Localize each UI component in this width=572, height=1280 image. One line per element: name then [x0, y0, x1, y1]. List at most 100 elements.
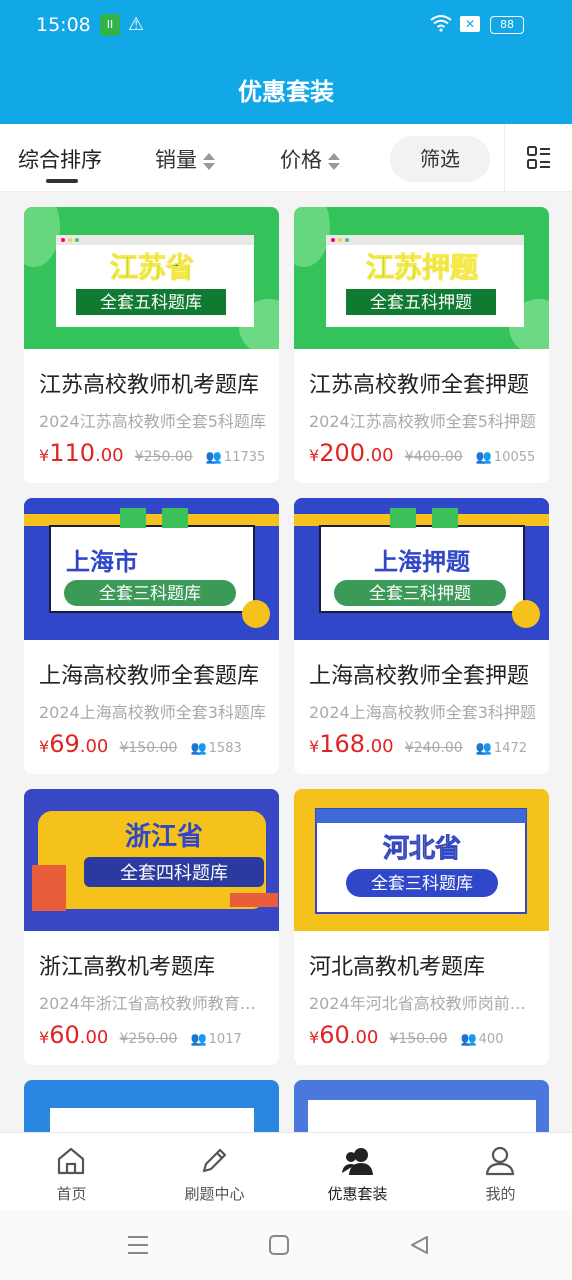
home-icon: [57, 1147, 85, 1175]
banner-subtitle: 全套五科押题: [370, 293, 472, 312]
sold-count-value: 10055: [493, 450, 536, 465]
original-price: ¥150.00: [389, 1031, 448, 1047]
sold-count: 👥 400: [460, 1032, 503, 1047]
tab-profile[interactable]: 我的: [429, 1133, 572, 1211]
wifi-icon: [430, 14, 452, 37]
banner-subtitle: 全套四科题库: [120, 863, 228, 883]
sim-icon: II: [100, 14, 120, 36]
person-icon: [485, 1146, 515, 1176]
sort-price[interactable]: 价格: [280, 144, 340, 174]
product-title: 河北高教机考题库: [309, 955, 486, 980]
sold-count: 👥 11735: [206, 450, 266, 465]
banner-title: 上海押题: [374, 548, 470, 576]
sort-comprehensive[interactable]: 综合排序: [18, 144, 102, 174]
product-price: ¥69.00: [39, 730, 108, 758]
tab-packages[interactable]: 优惠套装: [286, 1133, 429, 1211]
banner-subtitle: 全套三科题库: [99, 584, 201, 603]
price-integer: 168: [319, 730, 365, 758]
sort-sales[interactable]: 销量: [155, 144, 215, 174]
original-price: ¥250.00: [119, 1031, 178, 1047]
warning-icon: ⚠: [128, 14, 145, 35]
product-card[interactable]: [294, 1080, 549, 1132]
home-button-icon[interactable]: [268, 1234, 290, 1256]
layout-toggle-button[interactable]: [504, 124, 572, 192]
banner-title: 江苏押题: [366, 251, 478, 283]
sort-sales-label: 销量: [155, 148, 197, 172]
price-decimal: .00: [365, 736, 394, 757]
menu-icon[interactable]: [126, 1234, 150, 1256]
product-subtitle: 2024上海高校教师全套3科押题: [309, 703, 536, 722]
tab-practice-label: 刷题中心: [184, 1185, 245, 1203]
banner-subtitle: 全套三科题库: [371, 874, 473, 893]
battery-icon: 88: [490, 16, 524, 34]
product-card[interactable]: 江苏省 全套五科题库 江苏高校教师机考题库 2024江苏高校教师全套5科题库 ¥…: [24, 207, 279, 483]
price-integer: 69: [49, 730, 80, 758]
users-icon: 👥: [475, 450, 492, 465]
sort-arrows-icon: [328, 151, 340, 171]
product-card[interactable]: 上海押题 全套三科押题 上海高校教师全套押题 2024上海高校教师全套3科押题 …: [294, 498, 549, 774]
price-row: ¥168.00 ¥240.00 👥 1472: [309, 730, 549, 762]
product-title: 上海高校教师全套押题: [309, 664, 530, 689]
price-currency: ¥: [39, 1028, 50, 1047]
users-icon: 👥: [475, 741, 492, 756]
sold-count: 👥 1583: [190, 741, 241, 756]
original-price: ¥240.00: [404, 740, 463, 756]
bottom-tab-bar: 首页 刷题中心 优惠套装 我的: [0, 1132, 572, 1210]
product-title: 江苏高校教师全套押题: [309, 373, 530, 398]
price-currency: ¥: [309, 737, 320, 756]
original-price: ¥400.00: [404, 449, 463, 465]
product-subtitle: 2024上海高校教师全套3科题库: [39, 703, 266, 722]
product-price: ¥168.00: [309, 730, 394, 758]
product-subtitle: 2024江苏高校教师全套5科押题: [309, 412, 536, 431]
product-banner: 浙江省 全套四科题库: [24, 789, 279, 931]
product-price: ¥200.00: [309, 439, 394, 467]
back-icon[interactable]: [408, 1234, 430, 1256]
notification-x-icon: ✕: [460, 16, 480, 32]
price-decimal: .00: [79, 1027, 109, 1048]
product-banner: 上海押题 全套三科押题: [294, 498, 549, 640]
users-icon: 👥: [205, 450, 222, 465]
banner-title: 江苏省: [110, 252, 194, 283]
product-subtitle: 2024江苏高校教师全套5科题库: [39, 412, 266, 431]
sold-count-value: 11735: [223, 450, 266, 465]
filter-button[interactable]: 筛选: [390, 136, 490, 182]
product-price: ¥60.00: [39, 1021, 108, 1049]
sold-count-value: 1583: [208, 741, 242, 756]
status-bar: 15:08 II ⚠ ✕ 88: [0, 0, 572, 50]
product-subtitle: 2024年河北省高校教师岗前培训: [309, 994, 537, 1013]
product-price: ¥60.00: [309, 1021, 378, 1049]
tab-practice[interactable]: 刷题中心: [143, 1133, 286, 1211]
banner-title: 河北省: [383, 833, 461, 863]
sort-price-label: 价格: [280, 148, 322, 172]
price-decimal: .00: [95, 445, 124, 466]
price-integer: 200: [319, 439, 365, 467]
price-row: ¥60.00 ¥150.00 👥 400: [309, 1021, 549, 1053]
pencil-icon: [202, 1148, 227, 1173]
price-integer: 110: [49, 439, 95, 467]
users-icon: [342, 1148, 373, 1175]
users-icon: 👥: [460, 1032, 477, 1047]
banner-title: 浙江省: [125, 821, 203, 851]
tab-home[interactable]: 首页: [0, 1133, 143, 1211]
price-currency: ¥: [39, 737, 50, 756]
product-banner: 上海市 全套三科题库: [24, 498, 279, 640]
users-icon: 👥: [190, 1032, 207, 1047]
product-card[interactable]: 江苏押题 全套五科押题 江苏高校教师全套押题 2024江苏高校教师全套5科押题 …: [294, 207, 549, 483]
product-card[interactable]: 浙江省 全套四科题库 浙江高教机考题库 2024年浙江省高校教师教育理论 ¥60…: [24, 789, 279, 1065]
price-currency: ¥: [39, 446, 50, 465]
product-banner: 江苏省 全套五科题库: [24, 207, 279, 349]
product-card[interactable]: 河北省 全套三科题库 河北高教机考题库 2024年河北省高校教师岗前培训 ¥60…: [294, 789, 549, 1065]
tab-packages-label: 优惠套装: [327, 1185, 388, 1203]
original-price: ¥250.00: [134, 449, 193, 465]
product-card[interactable]: 上海市 全套三科题库 上海高校教师全套题库 2024上海高校教师全套3科题库 ¥…: [24, 498, 279, 774]
product-title: 江苏高校教师机考题库: [39, 373, 260, 398]
list-layout-icon: [527, 146, 550, 169]
price-row: ¥200.00 ¥400.00 👥 10055: [309, 439, 549, 471]
product-title: 上海高校教师全套题库: [39, 664, 260, 689]
product-card[interactable]: [24, 1080, 279, 1132]
product-banner: [24, 1080, 279, 1132]
sort-bar: 综合排序 销量 价格 筛选: [0, 124, 572, 192]
original-price: ¥150.00: [119, 740, 178, 756]
banner-title: 上海市: [66, 548, 138, 576]
price-decimal: .00: [349, 1027, 379, 1048]
